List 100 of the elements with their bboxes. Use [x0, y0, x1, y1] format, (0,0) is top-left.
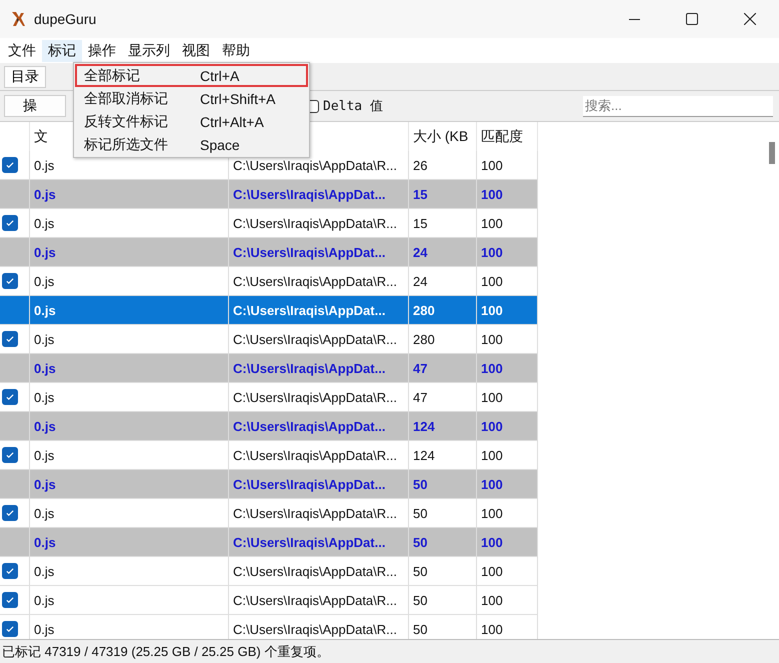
row-checkbox[interactable] [2, 505, 18, 521]
menu-item[interactable]: 视图 [176, 40, 216, 62]
table-cell: 280 [409, 325, 477, 353]
row-checkbox[interactable] [2, 273, 18, 289]
table-cell: 0.js [30, 209, 229, 237]
checkmark-icon [5, 334, 15, 344]
table-cell: 0.js [30, 615, 229, 639]
table-cell: 100 [477, 499, 538, 527]
table-cell: C:\Users\Iraqis\AppDat... [229, 354, 409, 382]
table-cell: 100 [477, 528, 538, 556]
table-cell: 100 [477, 586, 538, 614]
row-checkbox[interactable] [2, 331, 18, 347]
table-cell: 0.js [30, 528, 229, 556]
table-cell: 24 [409, 238, 477, 266]
table-cell: 100 [477, 238, 538, 266]
row-checkbox[interactable] [2, 592, 18, 608]
table-cell: 50 [409, 586, 477, 614]
table-cell: 0.js [30, 296, 229, 324]
table-cell: 0.js [30, 441, 229, 469]
column-header: 匹配度 [477, 122, 538, 151]
table-row[interactable]: 0.js C:\Users\Iraqis\AppDat... 280 100 [0, 296, 538, 325]
table-cell: 15 [409, 209, 477, 237]
table-cell: C:\Users\Iraqis\AppData\R... [229, 209, 409, 237]
table-row[interactable]: 0.js C:\Users\Iraqis\AppDat... 15 100 [0, 180, 538, 209]
table-cell: 50 [409, 615, 477, 639]
table-row[interactable]: 0.js C:\Users\Iraqis\AppDat... 50 100 [0, 528, 538, 557]
table-cell: 100 [477, 412, 538, 440]
table-cell: 100 [477, 180, 538, 208]
table-cell: 0.js [30, 267, 229, 295]
table-cell: C:\Users\Iraqis\AppData\R... [229, 615, 409, 639]
table-cell: 0.js [30, 180, 229, 208]
table-row[interactable]: 0.js C:\Users\Iraqis\AppData\R... 50 100 [0, 586, 538, 615]
table-cell: 0.js [30, 499, 229, 527]
table-row[interactable]: 0.js C:\Users\Iraqis\AppDat... 124 100 [0, 412, 538, 441]
checkmark-icon [5, 566, 15, 576]
table-cell: 100 [477, 470, 538, 498]
checkmark-icon [5, 595, 15, 605]
menu-item[interactable]: 标记 [42, 40, 82, 62]
table-cell: 100 [477, 296, 538, 324]
menu-item[interactable]: 文件 [2, 40, 42, 62]
table-cell: 124 [409, 441, 477, 469]
row-checkbox[interactable] [2, 215, 18, 231]
table-cell: 26 [409, 151, 477, 179]
checkmark-icon [5, 508, 15, 518]
table-row[interactable]: 0.js C:\Users\Iraqis\AppData\R... 50 100 [0, 615, 538, 639]
menu-item[interactable]: 显示列 [122, 40, 176, 62]
table-cell: C:\Users\Iraqis\AppData\R... [229, 441, 409, 469]
table-row[interactable]: 0.js C:\Users\Iraqis\AppData\R... 50 100 [0, 557, 538, 586]
table-cell: 0.js [30, 557, 229, 585]
table-cell: C:\Users\Iraqis\AppDat... [229, 296, 409, 324]
table-cell: 100 [477, 441, 538, 469]
table-cell: 50 [409, 528, 477, 556]
directories-button[interactable]: 目录 [4, 66, 46, 88]
table-cell: 0.js [30, 586, 229, 614]
checkmark-icon [5, 160, 15, 170]
table-cell: 24 [409, 267, 477, 295]
table-cell: C:\Users\Iraqis\AppDat... [229, 180, 409, 208]
row-checkbox[interactable] [2, 447, 18, 463]
row-checkbox[interactable] [2, 621, 18, 637]
shortcut-text: Ctrl+Shift+A [200, 90, 276, 106]
row-checkbox[interactable] [2, 563, 18, 579]
row-checkbox[interactable] [2, 389, 18, 405]
option-label: 标记所选文件 [84, 136, 169, 154]
table-cell: C:\Users\Iraqis\AppDat... [229, 528, 409, 556]
maximize-icon [686, 13, 698, 25]
table-cell: 100 [477, 267, 538, 295]
menu-item[interactable]: 操作 [82, 40, 122, 62]
status-text: 已标记 47319 / 47319 (25.25 GB / 25.25 GB) 个重复项。 [0, 639, 779, 663]
table-cell: C:\Users\Iraqis\AppData\R... [229, 383, 409, 411]
scrollbar-thumb[interactable] [769, 142, 775, 164]
table-cell: 0.js [30, 354, 229, 382]
checkmark-icon [5, 218, 15, 228]
delta-label: Delta 值 [323, 98, 383, 115]
table-row[interactable]: 0.js C:\Users\Iraqis\AppDat... 24 100 [0, 238, 538, 267]
checkmark-icon [5, 450, 15, 460]
table-row[interactable]: 0.js C:\Users\Iraqis\AppDat... 50 100 [0, 470, 538, 499]
table-row[interactable]: 0.js C:\Users\Iraqis\AppDat... 47 100 [0, 354, 538, 383]
table-cell: 0.js [30, 238, 229, 266]
table-cell: 47 [409, 354, 477, 382]
table-cell: 47 [409, 383, 477, 411]
menu-option[interactable]: 全部取消标记 Ctrl+Shift+A [75, 87, 308, 110]
menu-item[interactable]: 帮助 [216, 40, 256, 62]
column-header: 大小 (KB [409, 122, 477, 151]
table-cell: C:\Users\Iraqis\AppDat... [229, 412, 409, 440]
search-field[interactable]: 搜索... [583, 96, 773, 116]
table-cell: 100 [477, 325, 538, 353]
actions-button[interactable]: 操 [4, 95, 66, 117]
row-checkbox[interactable] [2, 157, 18, 173]
table-cell: 124 [409, 412, 477, 440]
checkmark-icon [5, 276, 15, 286]
table-cell: 0.js [30, 470, 229, 498]
menu-option[interactable]: 全部标记 Ctrl+A [75, 64, 308, 87]
table-cell: 0.js [30, 383, 229, 411]
option-label: 全部取消标记 [84, 90, 169, 108]
table-cell: 280 [409, 296, 477, 324]
table-cell: 100 [477, 354, 538, 382]
table-cell: 50 [409, 499, 477, 527]
option-label: 全部标记 [84, 66, 141, 84]
table-cell: C:\Users\Iraqis\AppData\R... [229, 499, 409, 527]
checkmark-icon [5, 624, 15, 634]
